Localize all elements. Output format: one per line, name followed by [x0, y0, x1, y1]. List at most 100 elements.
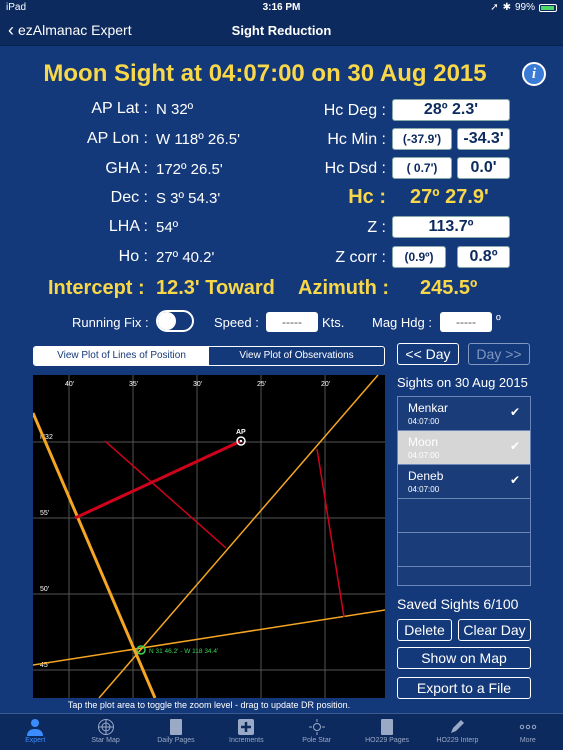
speed-unit: Kts. — [322, 315, 345, 330]
info-button[interactable]: i — [522, 62, 546, 86]
checkmark-icon: ✔ — [509, 405, 520, 419]
zcorr-value: 0.8º — [457, 246, 510, 268]
info-icon: i — [531, 66, 537, 82]
fix-label: N 31 46.2' - W 118 34.4' — [149, 648, 218, 655]
tick-left-1: 55' — [40, 510, 49, 517]
hc-value: 27º 27.9' — [410, 186, 489, 208]
saved-sights-count: Saved Sights 6/100 — [397, 596, 519, 612]
gha-value: 172º 26.5' — [156, 161, 223, 178]
bluetooth-icon: ✱ — [502, 2, 511, 13]
empty-row — [398, 533, 530, 567]
status-right: ➚ ✱ 99% — [490, 2, 557, 13]
empty-row — [398, 499, 530, 533]
tab-more[interactable]: More — [493, 714, 563, 750]
sight-name: Deneb — [408, 469, 444, 483]
tab-ho229-interp[interactable]: HO229 Interp — [422, 714, 492, 750]
prev-day-button[interactable]: << Day — [397, 343, 459, 365]
hc-min-label: Hc Min : — [327, 131, 386, 148]
tab-label: Star Map — [91, 737, 120, 744]
hc-min-raw: (-37.9') — [392, 128, 452, 150]
ap-lon-label: AP Lon : — [86, 130, 148, 147]
hc-dsd-label: Hc Dsd : — [324, 160, 386, 177]
tick-top-1: 35' — [129, 381, 138, 388]
pencil-icon — [422, 717, 492, 737]
ap-marker-dot — [239, 439, 243, 443]
lha-label: LHA : — [108, 218, 148, 235]
hc-deg-label: Hc Deg : — [323, 102, 386, 119]
mag-hdg-input[interactable]: ----- — [440, 312, 492, 332]
export-button[interactable]: Export to a File — [397, 677, 531, 699]
page-title: Sight Reduction — [231, 23, 332, 38]
tab-ho229-pages[interactable]: HO229 Pages — [352, 714, 422, 750]
navigation-bar: ‹ ezAlmanac Expert Sight Reduction — [0, 16, 563, 46]
location-icon: ➚ — [490, 2, 499, 13]
tab-label: Pole Star — [302, 737, 332, 744]
hc-dsd-value: 0.0' — [457, 157, 510, 179]
tab-increments[interactable]: Increments — [211, 714, 281, 750]
tab-label: Increments — [229, 737, 264, 744]
status-bar: iPad 3:16 PM ➚ ✱ 99% — [0, 0, 563, 16]
gha-label: GHA : — [105, 160, 148, 177]
tab-daily-pages[interactable]: Daily Pages — [141, 714, 211, 750]
hc-min-value: -34.3' — [457, 128, 510, 150]
tab-bar: Expert Star Map Daily Pages Increments P… — [0, 713, 563, 750]
lop-deneb — [33, 609, 385, 666]
running-fix-label: Running Fix : — [72, 315, 149, 330]
zcorr-label: Z corr : — [335, 249, 386, 266]
tick-top-4: 20' — [321, 381, 330, 388]
clear-day-button[interactable]: Clear Day — [458, 619, 531, 641]
dec-value: S 3º 54.3' — [156, 190, 221, 207]
show-on-map-button[interactable]: Show on Map — [397, 647, 531, 669]
tab-label: Daily Pages — [157, 737, 195, 744]
sight-name: Menkar — [408, 401, 449, 415]
tick-top-2: 30' — [193, 381, 202, 388]
sights-list: Menkar 04:07:00 ✔ Moon 04:07:00 ✔ Deneb … — [397, 396, 531, 586]
ho-label: Ho : — [118, 248, 148, 265]
book-icon — [352, 717, 422, 737]
hc-deg-value: 28º 2.3' — [392, 99, 510, 121]
tab-label: More — [519, 737, 536, 744]
sight-time: 04:07:00 — [408, 485, 440, 494]
battery-icon — [539, 3, 557, 12]
lha-value: 54º — [156, 219, 179, 236]
ap-lon-value: W 118º 26.5' — [156, 131, 240, 148]
delete-button[interactable]: Delete — [397, 619, 452, 641]
sight-item-menkar[interactable]: Menkar 04:07:00 ✔ — [398, 397, 530, 431]
plot-caption: Tap the plot area to toggle the zoom lev… — [67, 700, 351, 710]
person-icon — [0, 717, 70, 737]
sight-name: Moon — [408, 435, 439, 449]
next-day-button[interactable]: Day >> — [468, 343, 530, 365]
ap-label: AP — [236, 429, 246, 436]
sights-title: Sights on 30 Aug 2015 — [397, 375, 528, 390]
tab-expert[interactable]: Expert — [0, 714, 70, 750]
speed-label: Speed : — [214, 315, 259, 330]
speed-input[interactable]: ----- — [266, 312, 318, 332]
tab-plot-observations[interactable]: View Plot of Observations — [209, 347, 384, 365]
tab-label: HO229 Pages — [365, 737, 410, 744]
intercept-value: 12.3' Toward — [156, 277, 275, 299]
tab-plot-lop[interactable]: View Plot of Lines of Position — [34, 347, 209, 365]
ho-value: 27º 40.2' — [156, 249, 215, 266]
tab-pole-star[interactable]: Pole Star — [282, 714, 352, 750]
running-fix-toggle[interactable] — [156, 310, 194, 332]
tick-left-2: 50' — [40, 586, 49, 593]
star-map-icon — [70, 717, 140, 737]
book-icon — [141, 717, 211, 737]
sight-item-deneb[interactable]: Deneb 04:07:00 ✔ — [398, 465, 530, 499]
tab-label: Expert — [25, 737, 46, 744]
plot-view-segmented: View Plot of Lines of Position View Plot… — [33, 346, 385, 366]
zcorr-raw: (0.9º) — [392, 246, 446, 268]
tab-star-map[interactable]: Star Map — [70, 714, 140, 750]
battery-percent: 99% — [514, 2, 535, 13]
tab-label: HO229 Interp — [436, 737, 479, 744]
lop-plot[interactable]: 40' 35' 30' 25' 20' N32 55' 50' 45' AP N… — [33, 375, 385, 698]
intercept-label: Intercept : — [48, 277, 145, 299]
sight-item-moon[interactable]: Moon 04:07:00 ✔ — [398, 431, 530, 465]
z-label: Z : — [367, 219, 386, 236]
plus-icon — [211, 717, 281, 737]
sight-headline: Moon Sight at 04:07:00 on 30 Aug 2015 — [43, 60, 487, 87]
mag-hdg-unit: º — [496, 312, 501, 327]
tick-top-0: 40' — [65, 381, 74, 388]
checkmark-icon: ✔ — [509, 473, 520, 487]
dec-label: Dec : — [110, 189, 148, 206]
